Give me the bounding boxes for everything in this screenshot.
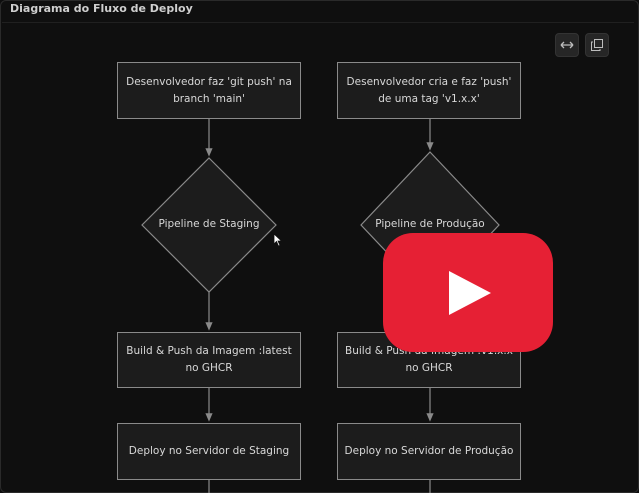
node-production-deploy: Deploy no Servidor de Produção [337,423,521,480]
node-production-trigger: Desenvolvedor cria e faz 'push' de uma t… [337,62,521,119]
node-production-pipeline: Pipeline de Produção [375,218,485,230]
youtube-play-icon[interactable] [383,233,553,352]
node-staging-build: Build & Push da Imagem :latest no GHCR [117,332,301,388]
node-staging-deploy: Deploy no Servidor de Staging [117,423,301,480]
node-staging-pipeline: Pipeline de Staging [158,218,260,230]
node-staging-trigger: Desenvolvedor faz 'git push' na branch '… [117,62,301,119]
mouse-cursor-icon [273,233,283,247]
